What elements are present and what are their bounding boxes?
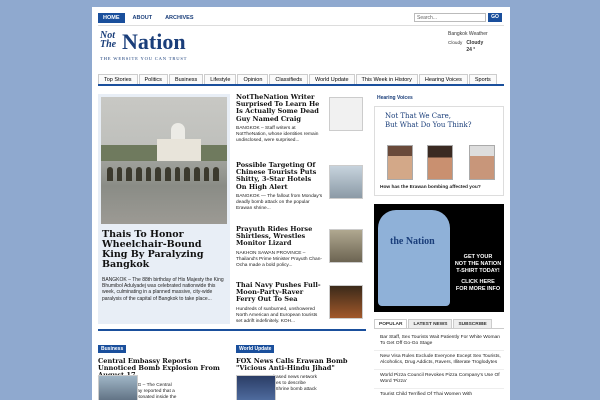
lead-story-title[interactable]: Thais To Honor Wheelchair-Bound King By … [102,230,226,270]
list-item[interactable]: New Visa Rules Exclude Everyone Except S… [374,351,504,370]
logo-not: Not The [100,30,117,50]
lead-story-excerpt: BANGKOK – The 88th birthday of His Majes… [102,277,224,302]
logo-nation: Nation [122,29,186,54]
story-title[interactable]: Prayuth Rides Horse Shirtless, Wrestles … [236,225,324,248]
story-title[interactable]: Possible Targeting Of Chinese Tourists P… [236,161,324,191]
weather-title: Bangkok Weather [448,31,488,37]
list-item[interactable]: World Pizza Council Revokes Pizza Compan… [374,370,504,389]
lead-story-image[interactable] [101,97,227,224]
sidebar-tabs: POPULAR LATEST NEWS SUBSCRIBE [374,319,504,329]
tab-opinion[interactable]: Opinion [237,74,269,84]
tab-world-update[interactable]: World Update [309,74,355,84]
nav-about[interactable]: ABOUT [128,13,158,23]
popular-list: Bar Staff, Sex Tourists Wait Patiently F… [374,332,504,400]
ad-line: NOT THE NATION [454,261,502,267]
ad-line: GET YOUR [463,254,493,260]
story-excerpt: NAKHON SAWAN PROVINCE – Thailand's Prime… [236,250,322,268]
search-go-button[interactable]: GO [488,13,502,22]
page: HOME ABOUT ARCHIVES Search... GO Not The… [92,7,510,400]
sidebar: Hearing Voices Not That We Care, But Wha… [374,94,504,397]
weather-condition: Cloudy [466,40,484,46]
list-item: NotTheNation Writer Surprised To Learn H… [236,93,366,144]
world-update-label[interactable]: World Update [236,345,275,353]
list-item: Possible Targeting Of Chinese Tourists P… [236,161,366,212]
hearing-voices-title-1: Not That We Care, [385,112,452,120]
ad-line: FOR MORE INFO [455,286,501,292]
list-item[interactable]: Tourist Child Terrified Of Thai Women Wi… [374,389,504,400]
weather-temp: 24 ° [466,47,476,53]
weather-widget: Bangkok Weather Cloudy Cloudy 24 ° [448,31,506,54]
hearing-voices-question: How has the Erawan bombing affected you? [380,185,481,190]
hearing-voices-heading[interactable]: Hearing Voices [374,94,416,102]
search-input[interactable]: Search... [414,13,486,22]
story-excerpt: BANGKOK – Staff writers at NotTheNation,… [236,125,319,143]
list-item[interactable]: Bar Staff, Sex Tourists Wait Patiently F… [374,332,504,351]
tab-business[interactable]: Business [168,74,204,84]
world-story-title[interactable]: FOX News Calls Erawan Bomb "Vicious Anti… [236,357,366,372]
nav-home[interactable]: HOME [98,13,125,23]
business-label[interactable]: Business [98,345,127,353]
tab-sports[interactable]: Sports [468,74,497,84]
tab-classifieds[interactable]: Classifieds [269,74,309,84]
business-thumbnail[interactable] [98,375,138,400]
avatar [387,145,413,180]
ad-line: CLICK HERE [461,279,495,285]
avatar [427,145,453,180]
tab-latest-news[interactable]: LATEST NEWS [408,319,453,328]
ad-shirt-text: the Nation [390,236,435,247]
divider [98,25,504,26]
story-excerpt: Hundreds of sunburned, unshowered North … [236,306,318,324]
list-item: Thai Navy Pushes Full-Moon-Party-Raver F… [236,281,366,325]
avatar [469,145,495,180]
category-nav: Top Stories Politics Business Lifestyle … [98,74,504,86]
tab-popular[interactable]: POPULAR [374,319,408,328]
hearing-voices-title-2: But What Do You Think? [385,121,472,129]
nav-archives[interactable]: ARCHIVES [160,13,198,23]
lead-story: Thais To Honor Wheelchair-Bound King By … [98,94,230,324]
world-thumbnail[interactable] [236,375,276,400]
top-nav: HOME ABOUT ARCHIVES [98,13,198,23]
story-title[interactable]: Thai Navy Pushes Full-Moon-Party-Raver F… [236,281,324,304]
divider [98,329,366,331]
weather-label: Cloudy [448,40,463,45]
story-thumbnail[interactable] [329,165,363,199]
story-thumbnail[interactable] [329,97,363,131]
tab-hearing-voices[interactable]: Hearing Voices [418,74,468,84]
hearing-voices-box[interactable]: Not That We Care, But What Do You Think?… [374,106,504,196]
tab-politics[interactable]: Politics [138,74,168,84]
story-thumbnail[interactable] [329,229,363,263]
ad-line: T-SHIRT TODAY! [456,268,500,274]
tab-top-stories[interactable]: Top Stories [98,74,138,84]
tshirt-ad[interactable]: the Nation GET YOUR NOT THE NATION T-SHI… [374,204,504,312]
story-thumbnail[interactable] [329,285,363,319]
story-excerpt: BANGKOK — The fallout from Monday's dead… [236,193,323,211]
tab-lifestyle[interactable]: Lifestyle [204,74,237,84]
logo-tagline: THE WEBSITE YOU CAN TRUST [100,56,188,61]
list-item: Prayuth Rides Horse Shirtless, Wrestles … [236,225,366,269]
story-title[interactable]: NotTheNation Writer Surprised To Learn H… [236,93,324,123]
tab-this-week-in-history[interactable]: This Week in History [355,74,418,84]
tab-subscribe[interactable]: SUBSCRIBE [453,319,492,328]
